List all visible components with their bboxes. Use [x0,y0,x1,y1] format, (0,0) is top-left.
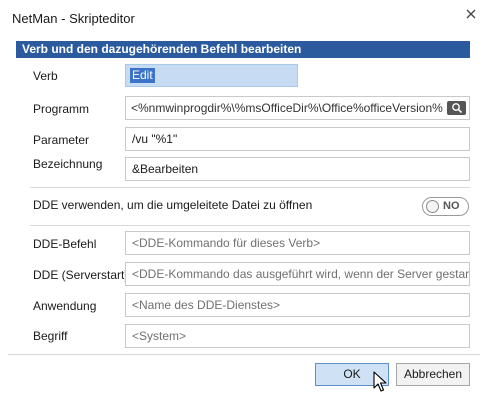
close-icon[interactable] [462,5,480,23]
mouse-pointer-icon [373,371,389,393]
dde-toggle-label: DDE verwenden, um die umgeleitete Datei … [33,198,313,212]
dde-serverstart-label: DDE (Serverstart) [33,268,129,282]
dde-serverstart-input[interactable]: <DDE-Kommando das ausgeführt wird, wenn … [125,262,470,286]
toggle-knob [426,200,439,213]
divider [30,187,470,188]
search-icon[interactable] [447,101,466,115]
bezeichnung-label: Bezeichnung [33,157,103,171]
window-title: NetMan - Skripteditor [12,11,135,26]
verb-value: Edit [130,68,155,83]
anwendung-label: Anwendung [33,299,97,313]
section-header: Verb und den dazugehörenden Befehl bearb… [16,41,470,58]
dde-befehl-label: DDE-Befehl [33,237,97,251]
title-bar: NetMan - Skripteditor [0,0,487,36]
dde-toggle[interactable]: NO [422,197,469,216]
begriff-label: Begriff [33,329,68,343]
bezeichnung-input[interactable]: &Bearbeiten [125,157,470,181]
cancel-button[interactable]: Abbrechen [396,363,470,386]
footer-divider [8,354,480,355]
verb-label: Verb [33,69,58,83]
parameter-label: Parameter [33,133,90,147]
begriff-input[interactable]: <System> [125,324,470,348]
dde-befehl-input[interactable]: <DDE-Kommando für dieses Verb> [125,231,470,255]
programm-label: Programm [33,102,90,116]
programm-value: <%nmwinprogdir%\%msOfficeDir%\Office%off… [131,101,443,115]
divider [30,225,470,226]
toggle-state: NO [443,200,460,212]
parameter-input[interactable]: /vu "%1" [125,127,470,151]
anwendung-input[interactable]: <Name des DDE-Dienstes> [125,293,470,317]
